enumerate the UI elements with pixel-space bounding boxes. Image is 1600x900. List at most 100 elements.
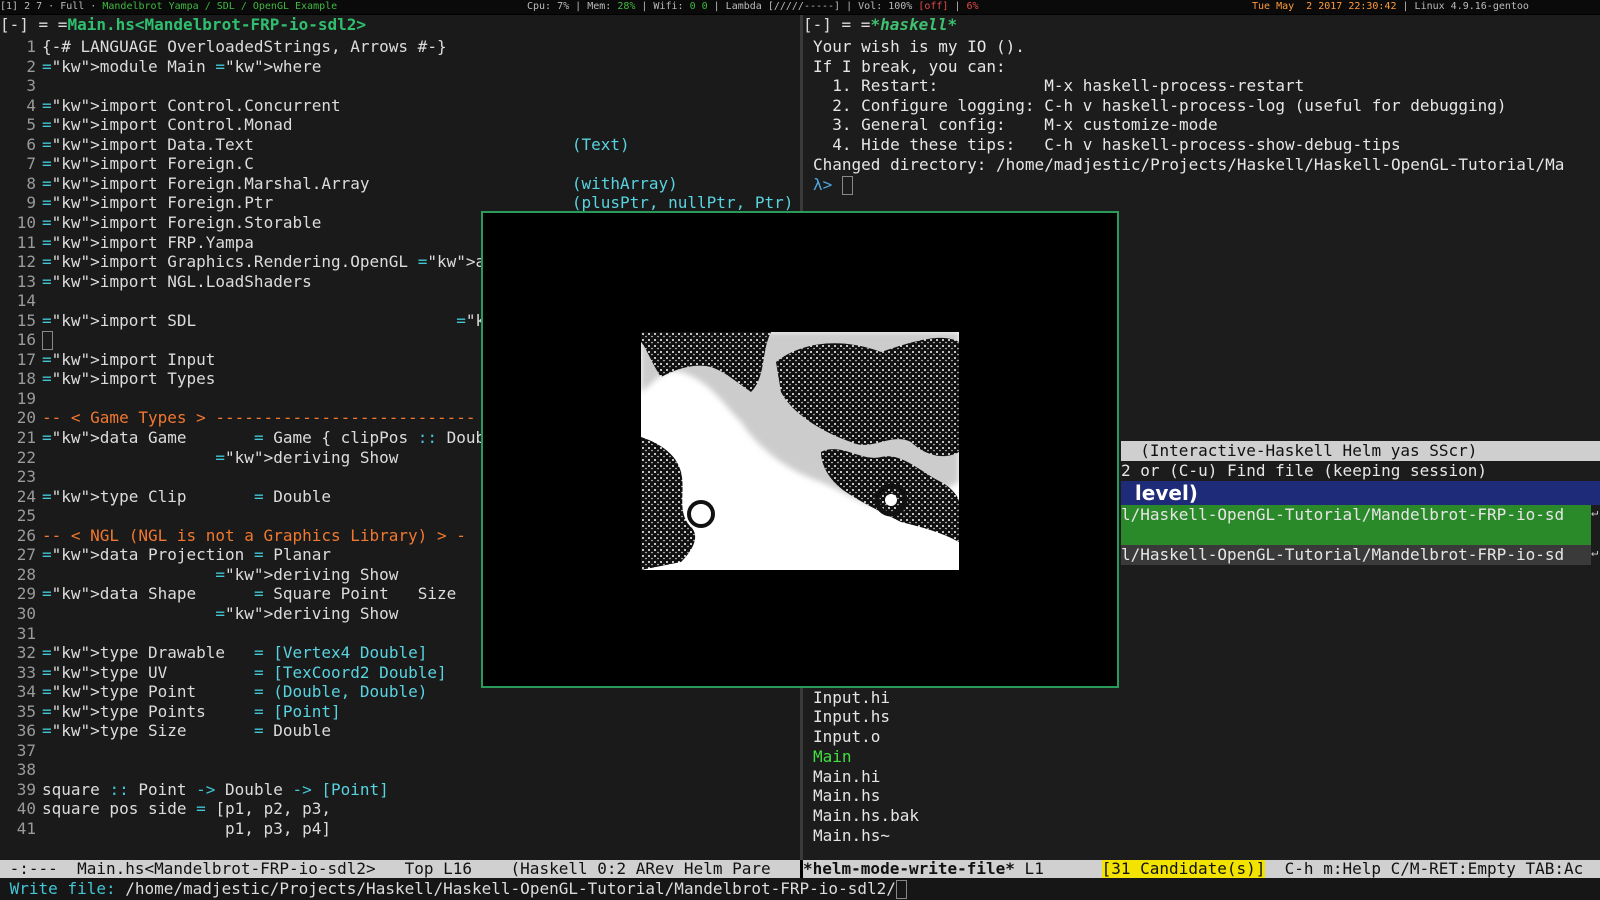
code-line[interactable]: square :: Point -> Double -> [Point] — [42, 780, 389, 800]
line-indicator: L1 — [1014, 860, 1102, 878]
helm-selected-candidate[interactable]: l/Haskell-OpenGL-Tutorial/Mandelbrot-FRP… — [1121, 505, 1591, 545]
line-number: 41 — [16, 819, 36, 838]
code-line[interactable]: ="kw">import Foreign.Marshal.Array (with… — [42, 174, 678, 194]
battery-value: 6% — [966, 1, 979, 12]
file-candidate[interactable]: Input.hi — [813, 688, 890, 708]
helm-buffer-name: *helm-mode-write-file* — [803, 860, 1015, 878]
line-number: 36 — [16, 721, 36, 741]
line-number: 23 — [16, 467, 36, 487]
line-number: 4 — [26, 95, 36, 115]
file-candidate[interactable]: Main.hs — [813, 786, 880, 806]
line-number: 20 — [16, 408, 36, 428]
helm-source-header: level) — [1121, 481, 1600, 505]
workspace-indicator: [1] 2 7 · Full · — [0, 1, 103, 12]
candidate-count: [31 Candidate(s)] — [1101, 860, 1266, 878]
mode-line-right: *helm-mode-write-file* L1 [31 Candidate(… — [803, 860, 1600, 878]
repl-prompt-line[interactable]: λ> — [813, 175, 853, 195]
code-line[interactable]: {-# LANGUAGE OverloadedStrings, Arrows #… — [42, 37, 447, 57]
line-number: 28 — [16, 564, 36, 584]
line-number: 11 — [16, 232, 36, 252]
repl-line: Changed directory: /home/madjestic/Proje… — [813, 154, 1565, 174]
file-candidate[interactable]: Main.hs.bak — [813, 806, 919, 826]
code-line[interactable]: ="kw">type Point = (Double, Double) — [42, 682, 427, 702]
mute-status: [off] — [918, 1, 949, 12]
code-line[interactable]: ="kw">deriving Show — [42, 604, 398, 624]
kernel-version: | Linux 4.9.16-gentoo — [1396, 1, 1529, 12]
line-number: 37 — [16, 740, 36, 760]
repl-line: 2. Configure logging: C-h v haskell-proc… — [813, 95, 1507, 115]
code-line[interactable]: -- < Game Types > ----------------------… — [42, 408, 475, 428]
line-number: 29 — [16, 584, 36, 604]
repl-line: Your wish is my IO (). — [813, 37, 1025, 56]
code-line[interactable]: ="kw">import Data.Text (Text) — [42, 135, 630, 155]
mem-value: 28% — [617, 1, 636, 12]
header-prefix: [-] = = — [0, 15, 68, 34]
helm-mode-line: (Interactive-Haskell Helm yas SScr) — [1121, 441, 1600, 461]
code-line[interactable]: p1, p3, p4] — [42, 819, 331, 839]
line-number: 33 — [16, 662, 36, 682]
repl-line: 3. General config: M-x customize-mode — [813, 115, 1218, 135]
repl-prompt: λ> — [813, 175, 842, 194]
lambda-vol: | Lambda [/////-----] | Vol: 100% — [707, 1, 919, 12]
line-number: 25 — [16, 506, 36, 526]
code-line[interactable]: ="kw">type Size = Double — [42, 721, 331, 741]
line-number: 21 — [16, 428, 36, 447]
sdl-render-window[interactable] — [481, 211, 1119, 688]
code-line[interactable]: ="kw">deriving Show — [42, 448, 398, 468]
code-line[interactable]: ="kw">data Game = Game { clipPos :: Doub… — [42, 428, 504, 448]
code-line[interactable]: ="kw">data Shape = Square Point Size — [42, 584, 456, 604]
repl-line: 1. Restart: M-x haskell-process-restart — [813, 76, 1305, 96]
line-number: 1 — [26, 37, 36, 56]
code-line[interactable]: ="kw">deriving Show — [42, 565, 398, 585]
helm-candidate[interactable]: l/Haskell-OpenGL-Tutorial/Mandelbrot-FRP… — [1121, 545, 1591, 565]
repl-line: 4. Hide these tips: C-h v haskell-proces… — [813, 135, 1401, 154]
repl-line: If I break, you can: — [813, 56, 1006, 76]
code-line[interactable]: ="kw">type Clip = Double — [42, 487, 331, 507]
code-line[interactable]: square pos side = [p1, p2, p3, — [42, 799, 331, 819]
line-number: 2 — [26, 56, 36, 76]
buffer-title: *haskell* — [870, 15, 958, 34]
file-candidate[interactable]: Input.hs — [813, 707, 890, 727]
text-cursor — [841, 176, 853, 195]
code-line[interactable]: ="kw">module Main ="kw">where — [42, 57, 321, 77]
code-line[interactable] — [42, 330, 53, 351]
code-line[interactable]: ="kw">data Projection = Planar — [42, 545, 331, 565]
line-number: 9 — [26, 193, 36, 213]
code-line[interactable]: ="kw">import NGL.LoadShaders — [42, 272, 312, 292]
code-line[interactable]: ="kw">import Control.Concurrent — [42, 96, 341, 116]
line-number: 15 — [16, 310, 36, 330]
line-number: 13 — [16, 271, 36, 291]
wifi-label: | Wifi: — [635, 1, 690, 12]
code-line[interactable]: ="kw">import Foreign.Storable — [42, 213, 321, 233]
code-line[interactable]: -- < NGL (NGL is not a Graphics Library)… — [42, 526, 466, 546]
buffer-title: Main.hs<Mandelbrot-FRP-io-sdl2> — [67, 15, 367, 34]
code-line[interactable]: ="kw">import Foreign.C — [42, 154, 254, 174]
line-number: 5 — [26, 115, 36, 135]
code-line[interactable]: ="kw">type Points = [Point] — [42, 702, 341, 722]
minibuffer-input[interactable]: /home/madjestic/Projects/Haskell/Haskell… — [125, 879, 896, 898]
code-line[interactable]: ="kw">import Input — [42, 350, 215, 370]
code-line[interactable]: ="kw">type UV = [TexCoord2 Double] — [42, 663, 447, 683]
line-number: 17 — [16, 349, 36, 369]
file-candidate[interactable]: Main.hs~ — [813, 826, 890, 846]
truncation-arrow-icon: ↵ — [1591, 505, 1599, 519]
line-number: 24 — [16, 486, 36, 506]
line-number: 18 — [16, 369, 36, 389]
mode-line-left: -:--- Main.hs<Mandelbrot-FRP-io-sdl2> To… — [0, 860, 800, 878]
minibuffer[interactable]: Write file: /home/madjestic/Projects/Has… — [0, 878, 1600, 900]
file-candidate[interactable]: Main.hi — [813, 767, 880, 787]
line-number: 22 — [16, 447, 36, 467]
code-line[interactable]: ="kw">import Control.Monad — [42, 115, 292, 135]
line-number: 31 — [16, 623, 36, 643]
minibuffer-prompt: Write file: — [9, 879, 126, 898]
file-candidate[interactable]: Main — [813, 747, 852, 767]
line-number: 6 — [26, 134, 36, 154]
line-number: 40 — [16, 799, 36, 819]
code-line[interactable]: ="kw">import FRP.Yampa — [42, 233, 254, 253]
cpu-label: Cpu: 7% | Mem: — [527, 1, 618, 12]
code-line[interactable]: ="kw">type Drawable = [Vertex4 Double] — [42, 643, 427, 663]
candidate-path: l/Haskell-OpenGL-Tutorial/Mandelbrot-FRP… — [1121, 505, 1565, 524]
line-number: 27 — [16, 545, 36, 565]
file-candidate[interactable]: Input.o — [813, 727, 880, 747]
code-line[interactable]: ="kw">import Types — [42, 369, 215, 389]
